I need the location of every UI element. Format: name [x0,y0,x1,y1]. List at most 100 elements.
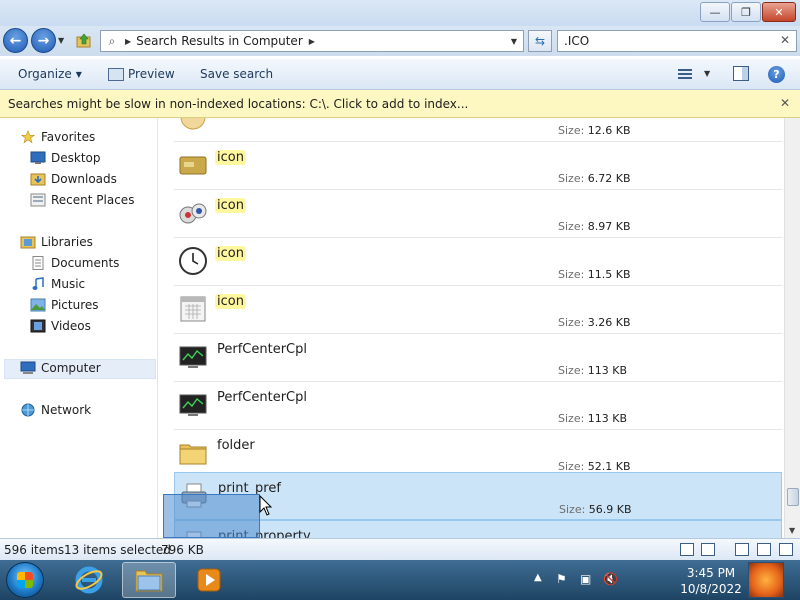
taskbar-internet-explorer[interactable] [62,562,116,598]
refresh-icon: ⇆ [534,34,546,48]
details-view-icon[interactable] [680,543,694,556]
file-row[interactable]: PerfCenterCpl Size: 113 KB [174,382,782,430]
file-row[interactable]: folder Size: 52.1 KB [174,430,782,478]
preview-icon [108,67,124,81]
file-size: Size: 113 KB [558,412,628,425]
minimize-button[interactable]: — [700,2,730,22]
nav-downloads[interactable]: Downloads [30,172,117,186]
nav-music[interactable]: Music [30,277,85,291]
documents-icon [32,256,44,270]
nav-pictures[interactable]: Pictures [30,298,99,312]
nav-videos[interactable]: Videos [30,319,91,333]
file-row[interactable]: icon Size: 11.5 KB [174,238,782,286]
back-arrow-icon: ← [9,32,22,49]
nav-network-label: Network [41,403,92,417]
show-desktop-button[interactable] [748,562,784,598]
taskbar-media-player[interactable] [182,562,236,598]
title-bar: — ❐ ✕ [0,0,800,26]
preview-pane-button[interactable] [733,66,749,81]
music-note-icon [32,277,44,290]
save-search-button[interactable]: Save search [200,67,273,81]
restore-icon: ❐ [741,5,751,19]
nav-desktop[interactable]: Desktop [30,151,101,165]
file-row[interactable]: icon Size: 6.72 KB [174,142,782,190]
view-dropdown-icon[interactable]: ▼ [704,69,710,78]
address-dropdown-icon[interactable]: ▼ [507,31,521,51]
close-icon: ✕ [774,5,784,19]
address-bar[interactable]: ⌕ ▶ Search Results in Computer ▶ ▼ [100,30,524,52]
toggle-preview-icon[interactable] [757,543,771,556]
file-name: icon [215,150,246,165]
breadcrumb-separator-icon[interactable]: ▶ [125,37,131,46]
file-row[interactable]: icon Size: 8.97 KB [174,190,782,238]
search-box[interactable]: ✕ [557,30,797,52]
index-info-bar[interactable]: Searches might be slow in non-indexed lo… [0,90,800,118]
recent-pages-dropdown[interactable]: ▼ [58,36,64,45]
nav-favorites[interactable]: Favorites [20,130,95,144]
videos-icon [30,319,46,333]
search-input[interactable] [564,34,764,48]
help-button[interactable]: ? [768,66,785,83]
nav-desktop-label: Desktop [51,151,101,165]
file-name: icon [215,294,246,309]
media-player-icon [197,568,221,592]
taskbar-windows-explorer[interactable] [122,562,176,598]
file-row[interactable]: PerfCenterCpl Size: 113 KB [174,334,782,382]
organize-button[interactable]: Organize ▼ [18,67,82,81]
close-button[interactable]: ✕ [762,2,796,22]
large-icons-view-icon[interactable] [701,543,715,556]
back-button[interactable]: ← [3,28,28,53]
maximize-button[interactable]: ❐ [731,2,761,22]
nav-documents[interactable]: Documents [30,256,119,270]
nav-computer[interactable]: Computer [20,361,101,375]
address-row: ← → ▼ ⌕ ▶ Search Results in Computer ▶ ▼… [0,26,800,56]
start-button[interactable] [6,562,44,598]
scrollbar-thumb[interactable] [787,488,799,506]
nav-videos-label: Videos [51,319,91,333]
show-hidden-icons[interactable]: ▲ [534,572,542,583]
toggle-details-icon[interactable] [779,543,793,556]
action-center-flag-icon[interactable]: ⚑ [556,572,567,586]
breadcrumb[interactable]: Search Results in Computer [136,34,303,48]
preview-label: Preview [128,67,175,81]
nav-libraries[interactable]: Libraries [20,235,93,249]
network-status-icon[interactable]: ▣ [580,572,591,586]
users-icon [179,203,207,224]
file-size: Size: 11.5 KB [558,268,631,281]
nav-computer-label: Computer [41,361,101,375]
breadcrumb-chevron-icon[interactable]: ▶ [309,37,315,46]
clear-search-icon[interactable]: ✕ [780,33,790,47]
preview-button[interactable]: Preview [108,67,175,81]
nav-libraries-label: Libraries [41,235,93,249]
info-bar-message[interactable]: Searches might be slow in non-indexed lo… [8,97,468,111]
vertical-scrollbar[interactable]: ▼ [784,118,800,538]
file-size: Size: 56.9 KB [559,503,632,516]
scroll-down-icon[interactable]: ▼ [789,526,795,535]
libraries-icon [20,236,36,249]
calendar-icon [180,296,206,322]
search-location-icon: ⌕ [108,33,116,48]
downloads-folder-icon [30,173,46,186]
system-clock[interactable]: 3:45 PM 10/8/2022 [680,565,742,597]
selection-count: 13 items selected [64,543,171,557]
info-bar-close-icon[interactable]: ✕ [780,96,790,110]
card-icon [179,156,207,175]
mouse-cursor-icon [259,495,273,516]
up-folder-icon[interactable] [76,33,92,49]
change-view-icon[interactable] [678,67,692,81]
monitor-icon [179,394,207,416]
file-name: icon [215,246,246,261]
nav-recent-places[interactable]: Recent Places [30,193,134,207]
forward-button[interactable]: → [31,28,56,53]
folder-icon [135,570,163,592]
file-row[interactable]: icon Size: 3.26 KB [174,286,782,334]
nav-documents-label: Documents [51,256,120,270]
nav-network[interactable]: Network [20,403,91,417]
file-row[interactable]: Size: 12.6 KB [174,118,782,142]
volume-muted-icon[interactable]: 🔇 [603,572,618,586]
organize-dropdown-icon: ▼ [75,69,82,79]
file-row-selected[interactable]: print_property [174,520,782,538]
refresh-button[interactable]: ⇆ [528,30,552,52]
file-size: Size: 12.6 KB [558,124,631,137]
toggle-pane-icon[interactable] [735,543,749,556]
